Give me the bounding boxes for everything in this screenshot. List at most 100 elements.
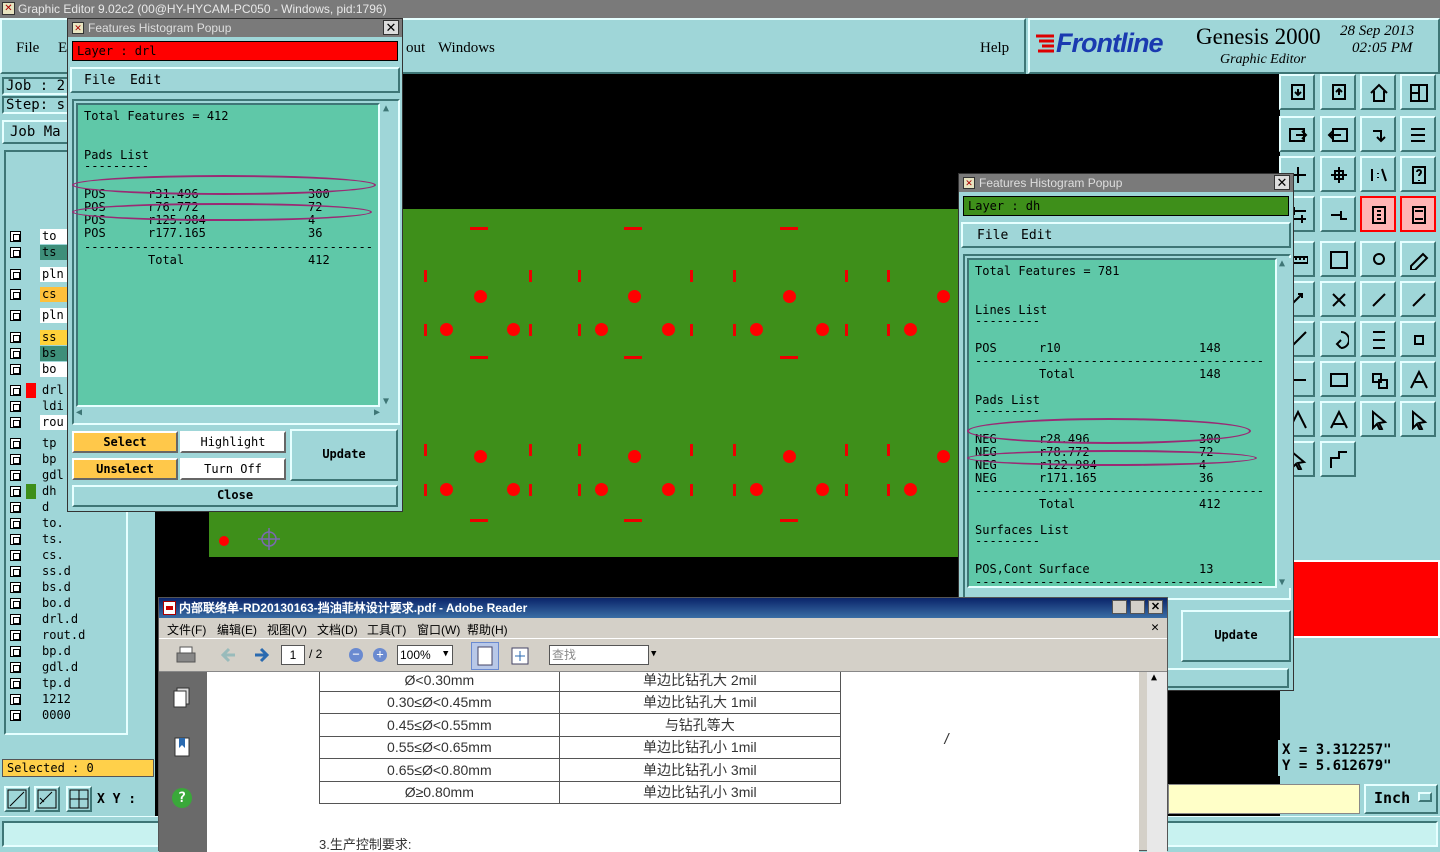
tool-button[interactable] [1400, 361, 1436, 397]
layer-checkbox[interactable] [10, 364, 21, 375]
tool-button[interactable] [1360, 361, 1396, 397]
popup-menu-file[interactable]: File [84, 73, 115, 88]
tool-button[interactable] [1400, 74, 1436, 110]
layer-row[interactable]: rout.d [8, 628, 124, 643]
page-number-input[interactable]: 1 [281, 645, 305, 665]
measure-tool-button[interactable] [34, 786, 60, 812]
reader-menu-item[interactable]: 文件(F) [167, 621, 206, 638]
tool-button[interactable] [1400, 196, 1436, 232]
tool-button[interactable] [1320, 401, 1356, 437]
scroll-right-icon[interactable]: ▶ [374, 407, 380, 418]
layer-row[interactable]: ts. [8, 532, 124, 547]
fit-width-icon[interactable] [509, 645, 531, 667]
layer-row[interactable]: cs. [8, 548, 124, 563]
units-selector[interactable]: Inch [1364, 784, 1438, 814]
layer-checkbox[interactable] [10, 332, 21, 343]
scroll-up-icon[interactable]: ▲ [1151, 672, 1157, 683]
close-doc-icon[interactable]: ✕ [1151, 620, 1159, 635]
layer-checkbox[interactable] [10, 614, 21, 625]
vertical-scrollbar[interactable]: ▲ ▼ [382, 103, 396, 407]
minimize-icon[interactable] [1112, 600, 1127, 614]
next-page-icon[interactable] [251, 645, 271, 665]
tool-button[interactable] [1400, 401, 1436, 437]
close-icon[interactable]: ✕ [1148, 600, 1163, 614]
menu-help[interactable]: Help [980, 40, 1009, 57]
popup-menu-edit[interactable]: Edit [1021, 228, 1052, 243]
select-button[interactable]: Select [72, 431, 178, 453]
layer-checkbox[interactable] [10, 247, 21, 258]
layer-checkbox[interactable] [10, 630, 21, 641]
layer-checkbox[interactable] [10, 566, 21, 577]
layer-checkbox[interactable] [10, 662, 21, 673]
print-icon[interactable] [175, 645, 197, 665]
tool-button[interactable] [1360, 281, 1396, 317]
tool-button[interactable] [1400, 241, 1436, 277]
layer-checkbox[interactable] [10, 470, 21, 481]
tool-button[interactable] [1320, 441, 1356, 477]
unselect-button[interactable]: Unselect [72, 458, 178, 480]
scroll-left-icon[interactable]: ◀ [76, 407, 82, 418]
layer-checkbox[interactable] [10, 518, 21, 529]
search-input[interactable]: 查找 [549, 645, 649, 665]
layer-checkbox[interactable] [10, 646, 21, 657]
popup-menu-edit[interactable]: Edit [130, 73, 161, 88]
reader-scrollbar[interactable]: ▲ [1147, 672, 1167, 852]
layer-checkbox[interactable] [10, 534, 21, 545]
command-input[interactable] [1168, 784, 1360, 814]
tool-button[interactable] [1320, 116, 1356, 152]
layer-checkbox[interactable] [10, 385, 21, 396]
zoom-tool-button[interactable] [4, 786, 30, 812]
maximize-icon[interactable] [1130, 600, 1145, 614]
highlight-button[interactable]: Highlight [180, 431, 286, 453]
tool-button[interactable] [1279, 116, 1315, 152]
layer-checkbox[interactable] [10, 231, 21, 242]
menu-edit[interactable]: E [58, 40, 67, 57]
tool-button[interactable] [1320, 196, 1356, 232]
zoom-out-icon[interactable]: − [349, 648, 363, 662]
fit-page-icon[interactable] [471, 642, 499, 670]
layer-checkbox[interactable] [10, 710, 21, 721]
menu-about[interactable]: out [406, 40, 425, 57]
tool-button[interactable] [1360, 116, 1396, 152]
horizontal-scrollbar[interactable]: ◀ ▶ [76, 407, 380, 421]
reader-menu-item[interactable]: 帮助(H) [467, 621, 508, 638]
layer-checkbox[interactable] [10, 401, 21, 412]
layer-row[interactable]: to. [8, 516, 124, 531]
tool-button[interactable] [1320, 361, 1356, 397]
update-button[interactable]: Update [1181, 610, 1291, 662]
scroll-up-icon[interactable]: ▲ [1279, 258, 1285, 269]
layer-checkbox[interactable] [10, 694, 21, 705]
tool-button[interactable] [1320, 281, 1356, 317]
reader-menu-item[interactable]: 视图(V) [267, 621, 307, 638]
layer-checkbox[interactable] [10, 438, 21, 449]
layer-checkbox[interactable] [10, 269, 21, 280]
vertical-scrollbar[interactable]: ▲ ▼ [1279, 258, 1291, 588]
layer-checkbox[interactable] [10, 502, 21, 513]
layer-checkbox[interactable] [10, 582, 21, 593]
zoom-in-icon[interactable]: + [373, 648, 387, 662]
layer-row[interactable]: gdl.d [8, 660, 124, 675]
menu-windows[interactable]: Windows [438, 40, 495, 57]
layer-checkbox[interactable] [10, 289, 21, 300]
layer-row[interactable]: bo.d [8, 596, 124, 611]
layer-row[interactable]: drl.d [8, 612, 124, 627]
scroll-up-icon[interactable]: ▲ [383, 103, 389, 114]
reader-menu-item[interactable]: 工具(T) [367, 621, 406, 638]
layer-row[interactable]: 1212 [8, 692, 124, 707]
tool-button[interactable] [1360, 241, 1396, 277]
reader-menu-item[interactable]: 编辑(E) [217, 621, 257, 638]
tool-button[interactable] [1400, 116, 1436, 152]
layer-row[interactable]: ss.d [8, 564, 124, 579]
scroll-down-icon[interactable]: ▼ [383, 396, 389, 407]
layer-checkbox[interactable] [10, 348, 21, 359]
previous-page-icon[interactable] [219, 645, 239, 665]
close-icon[interactable]: ✕ [1274, 175, 1290, 190]
grid-tool-button[interactable] [66, 786, 92, 812]
menu-file[interactable]: File [16, 40, 39, 57]
layer-checkbox[interactable] [10, 486, 21, 497]
tool-button[interactable] [1400, 156, 1436, 192]
turn-off-button[interactable]: Turn Off [180, 458, 286, 480]
update-button[interactable]: Update [290, 429, 398, 481]
tool-button[interactable] [1400, 321, 1436, 357]
bookmarks-icon[interactable] [173, 736, 191, 758]
